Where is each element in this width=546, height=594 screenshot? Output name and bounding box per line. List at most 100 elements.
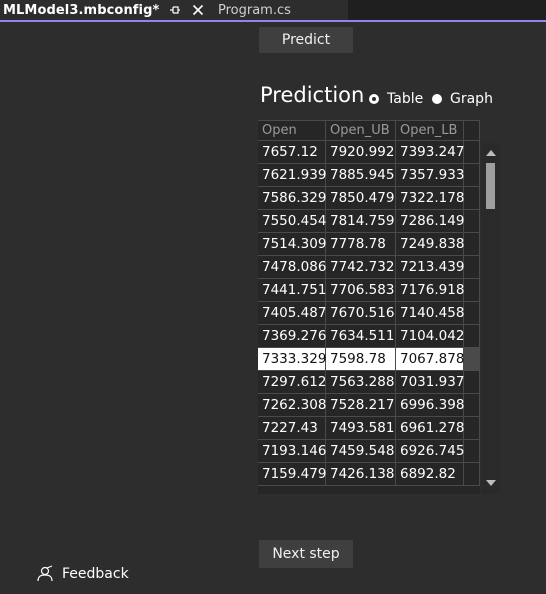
- scroll-thumb[interactable]: [486, 163, 495, 209]
- table-cell-filler: [464, 463, 480, 486]
- table-cell[interactable]: 7262.308: [258, 394, 326, 417]
- table-row[interactable]: 7621.939 7885.945 7357.933: [258, 164, 480, 187]
- table-cell[interactable]: 7621.939: [258, 164, 326, 187]
- table-view-label: Table: [387, 91, 424, 107]
- table-cell[interactable]: 7742.732: [326, 256, 396, 279]
- table-cell[interactable]: 7227.43: [258, 417, 326, 440]
- table-row[interactable]: 7297.612 7563.288 7031.937: [258, 371, 480, 394]
- table-cell[interactable]: 7393.247: [396, 141, 464, 164]
- table-cell[interactable]: 7814.759: [326, 210, 396, 233]
- table-row[interactable]: 7159.479 7426.138 6892.82: [258, 463, 480, 486]
- tab-program-cs[interactable]: Program.cs: [212, 0, 348, 20]
- table-cell[interactable]: 6961.278: [396, 417, 464, 440]
- table-cell[interactable]: 7213.439: [396, 256, 464, 279]
- table-cell-filler: [464, 417, 480, 440]
- column-header-open[interactable]: Open: [258, 121, 326, 141]
- table-cell[interactable]: 7885.945: [326, 164, 396, 187]
- table-cell-filler: [464, 256, 480, 279]
- table-cell[interactable]: 7598.78: [326, 348, 396, 371]
- table-cell[interactable]: 7850.479: [326, 187, 396, 210]
- table-cell-filler: [464, 187, 480, 210]
- table-cell[interactable]: 7706.583: [326, 279, 396, 302]
- table-cell-filler: [464, 164, 480, 187]
- table-row[interactable]: 7369.276 7634.511 7104.042: [258, 325, 480, 348]
- tab-title: MLModel3.mbconfig*: [3, 2, 160, 18]
- column-header-open-ub[interactable]: Open_UB: [326, 121, 396, 141]
- table-row[interactable]: 7586.329 7850.479 7322.178: [258, 187, 480, 210]
- table-row[interactable]: 7227.43 7493.581 6961.278: [258, 417, 480, 440]
- table-cell[interactable]: 7634.511: [326, 325, 396, 348]
- table-cell[interactable]: 7140.458: [396, 302, 464, 325]
- table-cell[interactable]: 7920.992: [326, 141, 396, 164]
- table-cell[interactable]: 7369.276: [258, 325, 326, 348]
- table-cell[interactable]: 7550.454: [258, 210, 326, 233]
- table-row[interactable]: 7550.454 7814.759 7286.149: [258, 210, 480, 233]
- table-cell[interactable]: 7297.612: [258, 371, 326, 394]
- table-cell-filler: [464, 141, 480, 164]
- feedback-label: Feedback: [62, 566, 129, 582]
- table-row[interactable]: 7478.086 7742.732 7213.439: [258, 256, 480, 279]
- graph-view-label: Graph: [450, 91, 493, 107]
- table-row[interactable]: 7441.751 7706.583 7176.918: [258, 279, 480, 302]
- tab-mlmodel3-mbconfig[interactable]: MLModel3.mbconfig*: [0, 0, 212, 20]
- table-view-radio[interactable]: Table: [369, 91, 423, 107]
- table-cell[interactable]: 7357.933: [396, 164, 464, 187]
- chevron-down-icon[interactable]: [485, 479, 496, 487]
- table-cell-filler: [464, 440, 480, 463]
- table-cell[interactable]: 7493.581: [326, 417, 396, 440]
- table-row[interactable]: 7262.308 7528.217 6996.398: [258, 394, 480, 417]
- table-cell[interactable]: 7286.149: [396, 210, 464, 233]
- table-cell[interactable]: 7031.937: [396, 371, 464, 394]
- table-cell-filler: [464, 233, 480, 256]
- table-cell[interactable]: 7459.548: [326, 440, 396, 463]
- radio-selected-icon: [369, 94, 379, 104]
- table-cell[interactable]: 7478.086: [258, 256, 326, 279]
- table-cell-filler: [464, 371, 480, 394]
- next-step-button[interactable]: Next step: [259, 540, 353, 568]
- table-cell-filler: [464, 394, 480, 417]
- table-cell[interactable]: 6926.745: [396, 440, 464, 463]
- table-cell[interactable]: 7670.516: [326, 302, 396, 325]
- table-cell-filler: [464, 348, 480, 371]
- predict-button[interactable]: Predict: [259, 27, 353, 53]
- graph-view-radio[interactable]: Graph: [432, 91, 493, 107]
- table-cell[interactable]: 7249.838: [396, 233, 464, 256]
- table-row[interactable]: 7333.329 7598.78 7067.878: [258, 348, 480, 371]
- table-cell[interactable]: 7322.178: [396, 187, 464, 210]
- table-cell-filler: [464, 325, 480, 348]
- column-header-open-lb[interactable]: Open_LB: [396, 121, 464, 141]
- table-row[interactable]: 7405.487 7670.516 7140.458: [258, 302, 480, 325]
- active-tab-accent-line: [0, 20, 546, 22]
- feedback-link[interactable]: Feedback: [36, 565, 129, 583]
- close-icon[interactable]: [190, 2, 206, 18]
- table-cell[interactable]: 7104.042: [396, 325, 464, 348]
- table-cell[interactable]: 7657.12: [258, 141, 326, 164]
- table-cell[interactable]: 7441.751: [258, 279, 326, 302]
- table-cell[interactable]: 7193.146: [258, 440, 326, 463]
- radio-unselected-icon: [432, 94, 442, 104]
- table-cell[interactable]: 7563.288: [326, 371, 396, 394]
- table-cell[interactable]: 7176.918: [396, 279, 464, 302]
- grid-scrollbar[interactable]: [481, 143, 500, 494]
- table-cell[interactable]: 7067.878: [396, 348, 464, 371]
- prediction-data-grid[interactable]: Open Open_UB Open_LB 7657.12 7920.992 7393…: [258, 120, 480, 494]
- table-cell[interactable]: 7778.78: [326, 233, 396, 256]
- table-cell[interactable]: 7159.479: [258, 463, 326, 486]
- pin-icon[interactable]: [168, 2, 182, 18]
- table-row[interactable]: 7193.146 7459.548 6926.745: [258, 440, 480, 463]
- table-row[interactable]: 7657.12 7920.992 7393.247: [258, 141, 480, 164]
- chevron-up-icon[interactable]: [485, 149, 496, 157]
- table-cell[interactable]: 7514.309: [258, 233, 326, 256]
- table-cell[interactable]: 7586.329: [258, 187, 326, 210]
- table-cell[interactable]: 7405.487: [258, 302, 326, 325]
- table-row[interactable]: 7514.309 7778.78 7249.838: [258, 233, 480, 256]
- table-cell[interactable]: 6892.82: [396, 463, 464, 486]
- table-cell-filler: [464, 279, 480, 302]
- table-cell[interactable]: 6996.398: [396, 394, 464, 417]
- tab-title: Program.cs: [218, 2, 291, 18]
- table-cell[interactable]: 7333.329: [258, 348, 326, 371]
- column-header-filler: [464, 121, 480, 141]
- table-cell[interactable]: 7528.217: [326, 394, 396, 417]
- table-cell[interactable]: 7426.138: [326, 463, 396, 486]
- table-cell-filler: [464, 302, 480, 325]
